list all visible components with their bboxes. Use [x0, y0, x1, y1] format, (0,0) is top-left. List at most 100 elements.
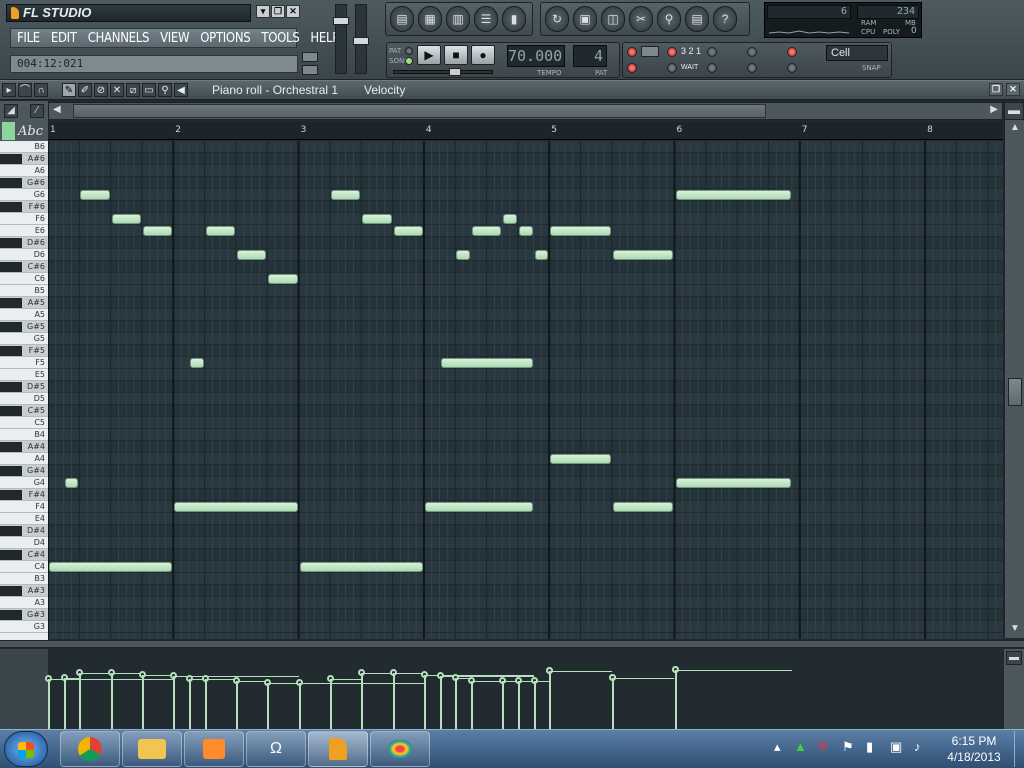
- note[interactable]: [362, 214, 392, 224]
- velocity-bar[interactable]: [329, 679, 332, 729]
- piano-key[interactable]: G6: [0, 189, 48, 201]
- menu-options[interactable]: OPTIONS: [194, 29, 255, 47]
- velocity-bar[interactable]: [298, 683, 301, 729]
- snap-magnet-icon[interactable]: ∩: [34, 83, 48, 97]
- vertical-scrollbar[interactable]: ▲ ▼: [1004, 120, 1024, 638]
- note[interactable]: [675, 478, 791, 488]
- horizontal-scroll-thumb[interactable]: [73, 104, 766, 118]
- piano-key[interactable]: D5: [0, 393, 48, 405]
- velocity-bar[interactable]: [110, 673, 113, 729]
- note[interactable]: [550, 454, 611, 464]
- delete-icon[interactable]: ⊘: [94, 83, 108, 97]
- countdown-led[interactable]: [667, 47, 677, 57]
- menu-file[interactable]: FILE: [11, 29, 45, 47]
- save-icon[interactable]: ▣: [573, 6, 597, 32]
- note[interactable]: [456, 250, 470, 260]
- omega-icon[interactable]: Ω: [246, 731, 306, 767]
- piano-key[interactable]: C#6: [0, 261, 48, 273]
- volume-knob[interactable]: [333, 17, 349, 25]
- scroll-right-icon[interactable]: ▶: [990, 104, 998, 115]
- piano-key[interactable]: F5: [0, 357, 48, 369]
- velocity-bar[interactable]: [141, 674, 144, 729]
- velocity-bar[interactable]: [204, 679, 207, 729]
- note[interactable]: [393, 226, 423, 236]
- note[interactable]: [299, 562, 423, 572]
- line-tool-icon[interactable]: ⁄: [30, 104, 44, 118]
- hint-icon[interactable]: [302, 52, 318, 62]
- piano-key[interactable]: A#6: [0, 153, 48, 165]
- piano-key[interactable]: D#6: [0, 237, 48, 249]
- master-pitch-slider[interactable]: [353, 4, 369, 74]
- multilink-led[interactable]: [787, 63, 797, 73]
- pat-mode-led[interactable]: [405, 47, 413, 55]
- pitch-knob[interactable]: [353, 37, 369, 45]
- typing-keyboard-led[interactable]: [627, 63, 637, 73]
- note[interactable]: [80, 190, 110, 200]
- velocity-bar[interactable]: [392, 673, 395, 729]
- piano-key[interactable]: G#4: [0, 465, 48, 477]
- antivirus-icon[interactable]: ⛨: [818, 739, 828, 755]
- piano-key[interactable]: A#4: [0, 441, 48, 453]
- note[interactable]: [612, 502, 674, 512]
- note[interactable]: [550, 226, 611, 236]
- piano-key[interactable]: E5: [0, 369, 48, 381]
- note-color-swatch[interactable]: [2, 122, 15, 140]
- zoom-slider-icon[interactable]: ▬: [1004, 102, 1024, 120]
- note[interactable]: [189, 358, 204, 368]
- volume-icon[interactable]: ♪: [914, 739, 921, 754]
- velocity-bar[interactable]: [423, 674, 426, 729]
- system-clock[interactable]: 6:15 PM 4/18/2013: [938, 733, 1010, 765]
- piano-key[interactable]: C#5: [0, 405, 48, 417]
- piano-key[interactable]: A6: [0, 165, 48, 177]
- velocity-bar[interactable]: [502, 681, 505, 729]
- velocity-bar[interactable]: [235, 681, 238, 729]
- select-icon[interactable]: ▭: [142, 83, 156, 97]
- velocity-bar[interactable]: [674, 669, 677, 729]
- velocity-bar[interactable]: [48, 679, 50, 729]
- piano-key[interactable]: B3: [0, 573, 48, 585]
- note[interactable]: [440, 358, 533, 368]
- network-status-icon[interactable]: ▲: [794, 739, 807, 754]
- restore-button[interactable]: ❐: [271, 5, 285, 18]
- mute-icon[interactable]: ✕: [110, 83, 124, 97]
- piano-key[interactable]: E4: [0, 513, 48, 525]
- note[interactable]: [330, 190, 361, 200]
- position-slider-knob[interactable]: [449, 68, 461, 76]
- metronome-icon[interactable]: [641, 46, 659, 57]
- piano-key[interactable]: C6: [0, 273, 48, 285]
- piano-key[interactable]: C5: [0, 417, 48, 429]
- piano-roll-title[interactable]: Piano roll - Orchestral 1: [212, 83, 338, 97]
- note[interactable]: [111, 214, 141, 224]
- velocity-bar[interactable]: [267, 682, 270, 729]
- blend-led[interactable]: [707, 47, 717, 57]
- note[interactable]: [64, 478, 79, 488]
- close-button[interactable]: ✕: [286, 5, 300, 18]
- playlist-icon[interactable]: ▤: [390, 6, 414, 32]
- menu-edit[interactable]: EDIT: [45, 29, 82, 47]
- velocity-lane[interactable]: [45, 649, 1003, 729]
- song-mode-led[interactable]: [405, 57, 413, 65]
- slice-icon[interactable]: ⧄: [126, 83, 140, 97]
- velocity-bar[interactable]: [173, 676, 176, 729]
- velocity-bar[interactable]: [611, 677, 614, 729]
- mixer-icon[interactable]: ▮: [502, 6, 526, 32]
- action-center-icon[interactable]: ⚑: [842, 739, 854, 755]
- piano-key[interactable]: D4: [0, 537, 48, 549]
- note[interactable]: [236, 250, 267, 260]
- piano-key[interactable]: D#4: [0, 525, 48, 537]
- velocity-bar[interactable]: [470, 681, 473, 729]
- note[interactable]: [612, 250, 674, 260]
- piano-roll-menu-icon[interactable]: ▸: [2, 83, 16, 97]
- piano-key[interactable]: F6: [0, 213, 48, 225]
- steps-led[interactable]: [707, 63, 717, 73]
- paint-icon[interactable]: [370, 731, 430, 767]
- browser-icon[interactable]: ☰: [474, 6, 498, 32]
- metronome-led[interactable]: [627, 47, 637, 57]
- piano-key[interactable]: D#5: [0, 381, 48, 393]
- note[interactable]: [534, 250, 549, 260]
- piano-key[interactable]: G4: [0, 477, 48, 489]
- network-icon[interactable]: ▣: [890, 739, 902, 755]
- note[interactable]: [503, 214, 517, 224]
- piano-key[interactable]: E6: [0, 225, 48, 237]
- snap-select[interactable]: Cell: [826, 45, 888, 61]
